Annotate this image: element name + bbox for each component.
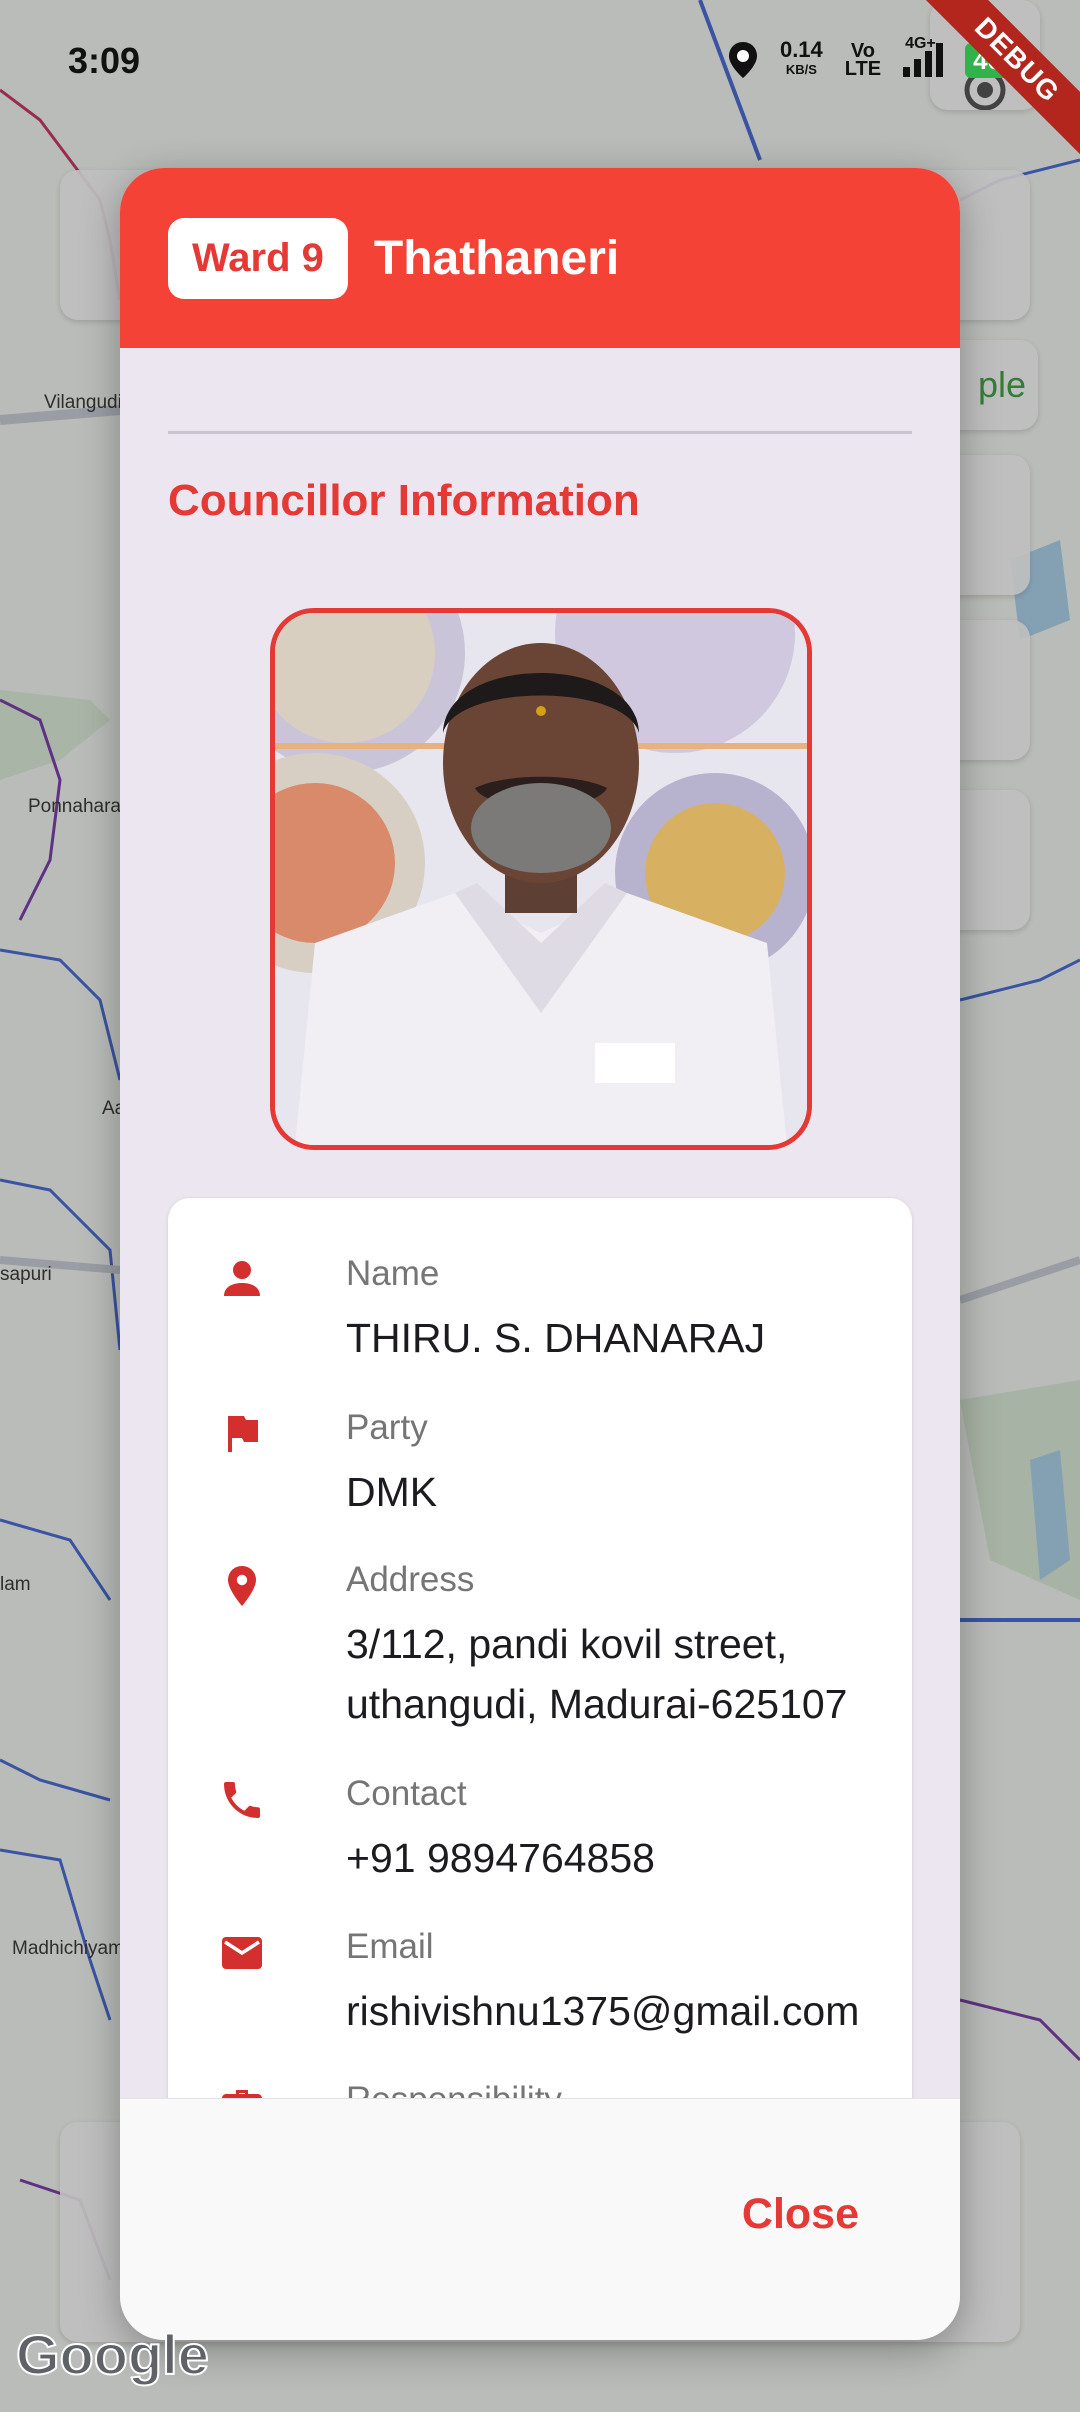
ward-badge: Ward 9 (168, 217, 348, 299)
network-type: 4G+ (905, 35, 936, 52)
dialog-header: Ward 9 Thathaneri (120, 168, 960, 348)
location-icon (728, 42, 757, 78)
phone-icon (224, 1782, 260, 1818)
status-time: 3:09 (68, 40, 141, 81)
councillor-portrait-image (275, 613, 807, 1145)
volte-bottom: LTE (844, 58, 882, 80)
name-value: THIRU. S. DHANARAJ (346, 1315, 766, 1361)
network-speed: 0.14 KB/S (779, 37, 823, 80)
address-line-1: 3/112, pandi kovil street, (346, 1621, 788, 1667)
location-pin-icon (228, 1566, 256, 1606)
email-icon (222, 1937, 262, 1969)
network-speed-unit: KB/S (785, 62, 817, 77)
flag-icon (228, 1416, 258, 1452)
address-line-2: uthangudi, Madurai-625107 (346, 1681, 848, 1727)
ward-name: Thathaneri (373, 231, 620, 285)
email-label: Email (346, 1927, 434, 1966)
divider (168, 431, 912, 434)
party-value: DMK (346, 1469, 438, 1515)
ward-info-dialog: Ward 9 Thathaneri Councillor Information (120, 168, 960, 2340)
close-button[interactable]: Close (736, 2189, 865, 2240)
contact-label: Contact (346, 1774, 467, 1813)
councillor-details-card: Name THIRU. S. DHANARAJ Party DMK Addres… (168, 1198, 912, 2198)
name-label: Name (346, 1254, 440, 1293)
email-value[interactable]: rishivishnu1375@gmail.com (346, 1981, 926, 2041)
signal-block: 4G+ (903, 35, 944, 77)
contact-value[interactable]: +91 9894764858 (346, 1828, 926, 1888)
councillor-photo (270, 608, 812, 1150)
network-speed-value: 0.14 (779, 37, 823, 62)
volte-indicator: Vo LTE (844, 41, 882, 80)
person-icon (224, 1261, 260, 1296)
section-title: Councillor Information (168, 476, 640, 525)
dialog-footer: Close (120, 2098, 960, 2340)
status-bar: 3:09 0.14 KB/S Vo LTE 4G+ 40 (0, 0, 1080, 120)
party-label: Party (346, 1408, 428, 1447)
status-icons: 0.14 KB/S Vo LTE 4G+ 40 (728, 35, 1010, 80)
google-attribution: Google (15, 2322, 210, 2387)
address-label: Address (346, 1560, 475, 1599)
address-value: 3/112, pandi kovil street, uthangudi, Ma… (346, 1614, 926, 1734)
